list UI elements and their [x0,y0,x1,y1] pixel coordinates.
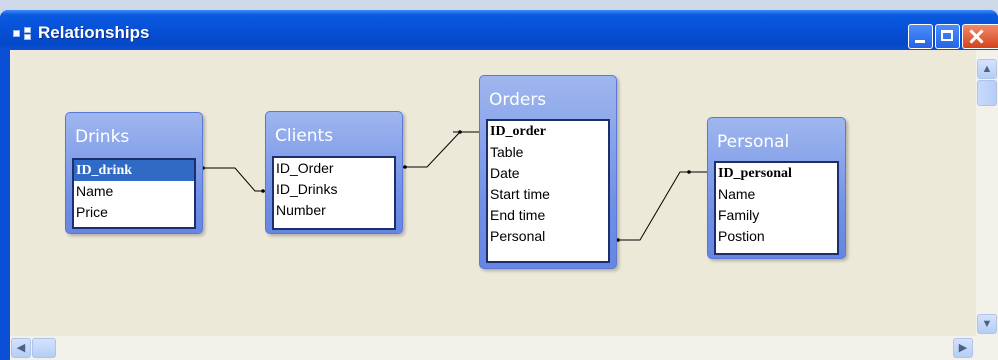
field-list[interactable]: ID_order Table Date Start time End time … [486,119,610,263]
horizontal-scroll-thumb[interactable] [32,338,56,358]
table-title: Personal [717,132,790,152]
horizontal-scrollbar[interactable]: ◀ ▶ [10,336,998,360]
relationships-canvas[interactable]: Drinks ID_drink Name Price Clients ID_Or… [10,50,998,360]
field-list[interactable]: ID_Order ID_Drinks Number [272,156,396,230]
arrow-up-icon[interactable]: ▲ [977,59,997,79]
field-item[interactable]: ID_personal [716,163,837,184]
table-title: Drinks [75,127,130,147]
table-clients[interactable]: Clients ID_Order ID_Drinks Number [265,111,403,234]
arrow-right-icon[interactable]: ▶ [953,338,973,358]
arrow-left-icon[interactable]: ◀ [11,338,31,358]
title-bar[interactable]: Relationships [0,10,998,50]
relationship-end-dot [403,165,407,169]
relationships-window: Relationships Drinks ID_drink Name Price… [0,10,998,360]
relationship-end-dot [458,130,462,134]
field-item[interactable]: Start time [488,184,608,205]
minimize-button[interactable] [908,24,933,49]
window-title: Relationships [38,23,150,42]
maximize-button[interactable] [935,24,960,49]
table-drinks[interactable]: Drinks ID_drink Name Price [65,112,203,234]
field-list[interactable]: ID_personal Name Family Postion [714,161,839,255]
table-title: Orders [489,90,547,110]
relationship-orders-personal[interactable] [610,171,707,241]
field-item[interactable]: ID_Order [274,158,394,179]
field-list[interactable]: ID_drink Name Price [72,158,196,229]
vertical-scrollbar[interactable]: ▲ ▼ [976,50,998,336]
field-item[interactable]: ID_order [488,121,608,142]
relationship-drinks-clients[interactable] [196,167,271,192]
relationships-icon[interactable] [13,27,33,40]
field-item[interactable]: Name [716,184,837,205]
field-item[interactable]: Family [716,205,837,226]
field-item[interactable]: ID_drink [74,160,194,181]
field-item[interactable]: Number [274,200,394,221]
vertical-scroll-thumb[interactable] [977,80,997,106]
field-item[interactable]: Name [74,181,194,202]
field-item[interactable]: Date [488,163,608,184]
field-item[interactable]: End time [488,205,608,226]
relationship-clients-orders[interactable] [397,131,480,168]
field-item[interactable]: ID_Drinks [274,179,394,200]
field-item[interactable]: Personal [488,226,608,247]
field-item[interactable]: Price [74,202,194,223]
close-button[interactable] [962,24,998,49]
field-item[interactable]: Postion [716,226,837,247]
table-orders[interactable]: Orders ID_order Table Date Start time En… [479,75,617,269]
table-title: Clients [275,126,334,146]
field-item[interactable]: Table [488,142,608,163]
arrow-down-icon[interactable]: ▼ [977,314,997,334]
relationship-end-dot [687,170,691,174]
table-personal[interactable]: Personal ID_personal Name Family Postion [707,117,846,259]
